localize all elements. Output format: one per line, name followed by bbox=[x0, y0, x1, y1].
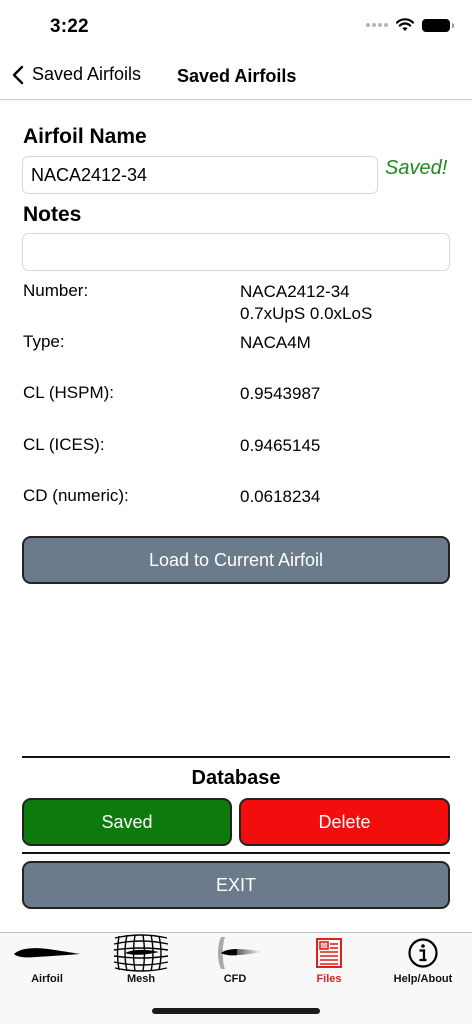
cl-hspm-label: CL (HSPM): bbox=[23, 383, 114, 402]
status-icons bbox=[366, 18, 454, 32]
cl-ices-label: CL (ICES): bbox=[23, 435, 105, 454]
info-circle-icon bbox=[376, 935, 470, 971]
home-indicator bbox=[152, 1008, 320, 1014]
divider-top bbox=[22, 756, 450, 758]
cd-numeric-label: CD (numeric): bbox=[23, 486, 129, 505]
back-button[interactable]: Saved Airfoils bbox=[12, 64, 141, 85]
number-value: NACA2412-34 0.7xUpS 0.0xLoS bbox=[240, 281, 372, 325]
divider-bottom bbox=[22, 852, 450, 854]
type-label: Type: bbox=[23, 332, 65, 351]
tab-help-about-label: Help/About bbox=[393, 973, 453, 985]
wifi-icon bbox=[396, 18, 414, 31]
notes-input[interactable] bbox=[22, 233, 450, 271]
airfoil-name-input[interactable] bbox=[22, 156, 378, 194]
cellular-signal-icon bbox=[366, 23, 388, 27]
number-value-line1: NACA2412-34 bbox=[240, 282, 350, 301]
cd-numeric-value: 0.0618234 bbox=[240, 487, 321, 506]
cfd-flow-icon bbox=[188, 935, 282, 971]
number-value-line2: 0.7xUpS 0.0xLoS bbox=[240, 304, 373, 323]
database-title: Database bbox=[191, 767, 281, 789]
exit-button[interactable]: EXIT bbox=[22, 861, 450, 909]
status-time: 3:22 bbox=[50, 16, 89, 37]
tab-files-label: Files bbox=[316, 973, 342, 985]
load-to-current-airfoil-button[interactable]: Load to Current Airfoil bbox=[22, 536, 450, 584]
battery-icon bbox=[422, 18, 454, 32]
airfoil-shape-icon bbox=[0, 935, 94, 971]
tab-files[interactable]: @ Files bbox=[282, 933, 376, 993]
tab-cfd[interactable]: CFD bbox=[188, 933, 282, 993]
tab-mesh-label: Mesh bbox=[126, 973, 156, 985]
tab-help-about[interactable]: Help/About bbox=[376, 933, 470, 993]
tab-airfoil-label: Airfoil bbox=[31, 973, 63, 985]
saved-indicator: Saved! bbox=[385, 157, 448, 179]
nav-title: Saved Airfoils bbox=[177, 66, 297, 86]
number-label: Number: bbox=[23, 281, 89, 300]
cl-hspm-value: 0.9543987 bbox=[240, 384, 321, 403]
tab-cfd-label: CFD bbox=[223, 973, 247, 985]
airfoil-name-label: Airfoil Name bbox=[23, 125, 147, 148]
svg-text:@: @ bbox=[321, 943, 327, 950]
saved-button[interactable]: Saved bbox=[22, 798, 232, 846]
navigation-bar: Saved Airfoils Saved Airfoils bbox=[0, 54, 472, 100]
files-document-icon: @ bbox=[282, 935, 376, 971]
notes-label: Notes bbox=[23, 203, 82, 226]
type-value: NACA4M bbox=[240, 333, 311, 352]
status-bar: 3:22 bbox=[0, 0, 472, 54]
tab-mesh[interactable]: Mesh bbox=[94, 933, 188, 993]
mesh-grid-icon bbox=[94, 934, 188, 972]
tab-airfoil[interactable]: Airfoil bbox=[0, 933, 94, 993]
chevron-left-icon bbox=[12, 65, 24, 84]
back-button-label: Saved Airfoils bbox=[32, 64, 142, 84]
cl-ices-value: 0.9465145 bbox=[240, 436, 321, 455]
delete-button[interactable]: Delete bbox=[239, 798, 450, 846]
